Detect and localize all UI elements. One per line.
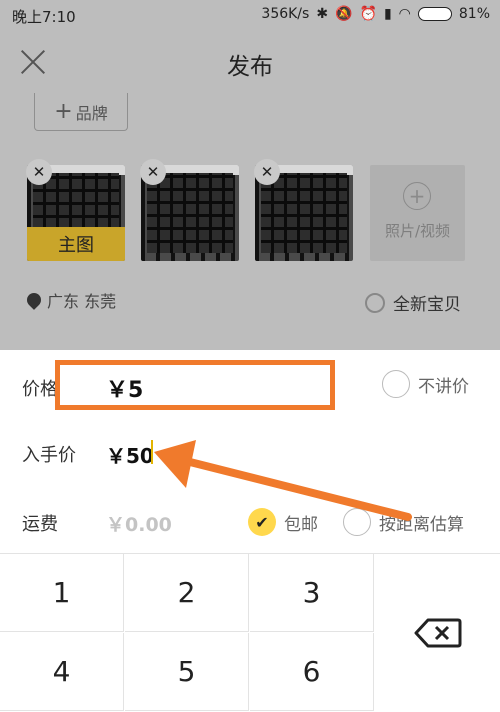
key-2[interactable]: 2	[125, 554, 249, 632]
free-shipping-label: 包邮	[284, 514, 318, 535]
plus-circle-icon: +	[403, 182, 431, 210]
wifi-icon: ◠	[398, 6, 411, 22]
brand-label: 品牌	[75, 103, 108, 123]
distance-shipping-label: 按距离估算	[379, 514, 464, 535]
page-title: 发布	[227, 54, 273, 80]
key-3[interactable]: 3	[250, 554, 374, 632]
add-media-button[interactable]: + 照片/视频	[370, 165, 465, 261]
check-icon: ✔	[248, 508, 276, 536]
network-speed: 356K/s	[261, 6, 310, 22]
status-time: 晚上7:10	[12, 8, 76, 26]
brand-new-toggle[interactable]: 全新宝贝	[365, 290, 461, 315]
highlight-box	[55, 360, 335, 410]
radio-icon	[365, 292, 385, 313]
distance-shipping-option[interactable]: 按距离估算	[343, 508, 464, 536]
no-bargain-label: 不讲价	[418, 376, 469, 397]
no-bargain-toggle[interactable]: 不讲价	[382, 370, 469, 398]
shipping-label: 运费	[22, 514, 58, 535]
brand-new-label: 全新宝贝	[393, 295, 461, 315]
radio-icon	[343, 508, 371, 536]
remove-photo-icon[interactable]: ✕	[26, 159, 52, 185]
backspace-icon	[414, 618, 461, 648]
buy-price-label: 入手价	[22, 445, 76, 466]
key-5[interactable]: 5	[125, 633, 249, 711]
battery-percent: 81%	[458, 6, 490, 22]
add-media-label: 照片/视频	[384, 222, 451, 240]
text-cursor	[151, 440, 153, 464]
signal-icon: ▮	[383, 6, 392, 22]
mute-icon: 🔕	[335, 6, 353, 22]
battery-icon	[417, 7, 452, 21]
key-1[interactable]: 1	[0, 554, 124, 632]
numeric-keypad: 1 2 3 4 5 6	[0, 553, 500, 712]
main-photo-label: 主图	[27, 227, 125, 261]
remove-photo-icon[interactable]: ✕	[140, 159, 166, 185]
key-4[interactable]: 4	[0, 633, 124, 711]
add-brand-button[interactable]: + 品牌	[34, 93, 128, 131]
status-icons: 356K/s ✱ 🔕 ⏰ ▮ ◠ 81%	[261, 6, 490, 22]
radio-icon	[382, 370, 410, 398]
price-label: 价格	[22, 379, 58, 400]
location[interactable]: 广东 东莞	[24, 288, 117, 312]
alarm-icon: ⏰	[359, 6, 377, 22]
location-text: 广东 东莞	[47, 292, 117, 311]
free-shipping-option[interactable]: ✔ 包邮	[248, 508, 318, 536]
shipping-fee-input[interactable]: ￥0.00	[106, 510, 172, 537]
backspace-key[interactable]	[375, 554, 500, 712]
buy-price-input[interactable]: ￥50	[106, 440, 154, 469]
bluetooth-icon: ✱	[316, 6, 329, 22]
plus-icon: +	[54, 99, 73, 124]
key-6[interactable]: 6	[250, 633, 374, 711]
remove-photo-icon[interactable]: ✕	[254, 159, 280, 185]
location-pin-icon	[24, 290, 44, 310]
